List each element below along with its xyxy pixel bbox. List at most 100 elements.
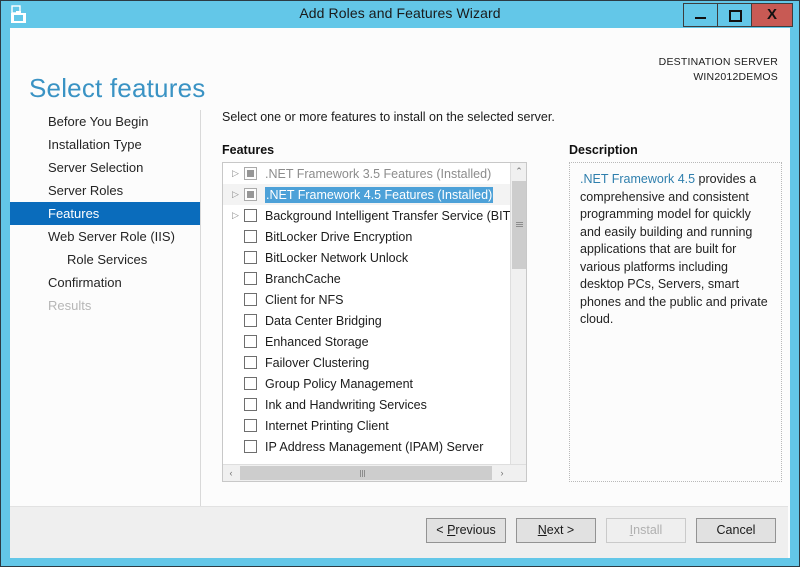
expander-triangle-icon[interactable]: ▷ (227, 205, 244, 226)
feature-row[interactable]: ▷ Client for NFS (223, 289, 511, 310)
feature-row[interactable]: ▷ BitLocker Network Unlock (223, 247, 511, 268)
feature-checkbox[interactable] (244, 335, 257, 348)
sidebar-item-before-you-begin[interactable]: Before You Begin (10, 110, 200, 133)
expander-spacer: ▷ (227, 394, 244, 415)
feature-checkbox[interactable] (244, 167, 257, 180)
features-list-rows: ▷ .NET Framework 3.5 Features (Installed)… (223, 163, 523, 457)
sidebar-item-features[interactable]: Features (10, 202, 200, 225)
expander-triangle-icon[interactable]: ▷ (227, 163, 244, 184)
feature-label: Client for NFS (265, 292, 344, 307)
page-title: Select features (29, 73, 206, 103)
feature-checkbox[interactable] (244, 356, 257, 369)
expander-spacer: ▷ (227, 268, 244, 289)
destination-server-label: DESTINATION SERVER (658, 56, 778, 68)
sidebar-item-confirmation[interactable]: Confirmation (10, 271, 200, 294)
feature-row[interactable]: ▷ .NET Framework 4.5 Features (Installed) (223, 184, 511, 205)
feature-label: Enhanced Storage (265, 334, 369, 349)
expander-spacer: ▷ (227, 331, 244, 352)
minimize-icon (695, 17, 706, 19)
instruction-text: Select one or more features to install o… (222, 110, 555, 124)
expander-spacer: ▷ (227, 226, 244, 247)
sidebar-item-web-server-role-iis[interactable]: Web Server Role (IIS) (10, 225, 200, 248)
feature-checkbox[interactable] (244, 251, 257, 264)
feature-checkbox[interactable] (244, 314, 257, 327)
feature-checkbox[interactable] (244, 377, 257, 390)
features-label: Features (222, 143, 275, 157)
wizard-window: Add Roles and Features Wizard X Select f… (0, 0, 800, 567)
feature-row[interactable]: ▷ Data Center Bridging (223, 310, 511, 331)
install-button: Install (606, 518, 686, 543)
expander-spacer: ▷ (227, 310, 244, 331)
feature-label: BitLocker Drive Encryption (265, 229, 413, 244)
close-icon: X (766, 6, 777, 23)
feature-checkbox[interactable] (244, 419, 257, 432)
feature-label: Ink and Handwriting Services (265, 397, 427, 412)
features-horizontal-scrollbar[interactable]: ‹ › (223, 464, 526, 481)
cancel-button[interactable]: Cancel (696, 518, 776, 543)
feature-checkbox[interactable] (244, 230, 257, 243)
feature-checkbox[interactable] (244, 440, 257, 453)
expander-spacer: ▷ (227, 415, 244, 436)
feature-row[interactable]: ▷ Background Intelligent Transfer Service… (223, 205, 523, 226)
feature-row[interactable]: ▷ Group Policy Management (223, 373, 511, 394)
minimize-button[interactable] (683, 3, 718, 27)
title-bar: Add Roles and Features Wizard X (1, 1, 799, 28)
expander-spacer: ▷ (227, 352, 244, 373)
expander-spacer: ▷ (227, 289, 244, 310)
wizard-footer: < Previous Next > Install Cancel (10, 506, 788, 558)
description-panel: .NET Framework 4.5 provides a comprehens… (569, 162, 782, 482)
feature-row[interactable]: ▷ BitLocker Drive Encryption (223, 226, 511, 247)
description-label: Description (569, 143, 638, 157)
destination-server-block: DESTINATION SERVER WIN2012DEMOS (659, 55, 778, 85)
sidebar-item-server-selection[interactable]: Server Selection (10, 156, 200, 179)
features-vertical-scrollbar[interactable]: ⌃ ⌄ (510, 163, 526, 481)
window-controls: X (683, 3, 793, 27)
feature-row[interactable]: ▷ Enhanced Storage (223, 331, 511, 352)
scroll-left-icon[interactable]: ‹ (223, 465, 239, 481)
feature-label: Group Policy Management (265, 376, 413, 391)
feature-row[interactable]: ▷ .NET Framework 3.5 Features (Installed) (223, 163, 511, 184)
feature-label: Internet Printing Client (265, 418, 389, 433)
feature-row[interactable]: ▷ Ink and Handwriting Services (223, 394, 511, 415)
nav-divider (200, 110, 201, 535)
scroll-up-icon[interactable]: ⌃ (511, 163, 526, 180)
features-listbox[interactable]: ▷ .NET Framework 3.5 Features (Installed)… (222, 162, 527, 482)
feature-row[interactable]: ▷ IP Address Management (IPAM) Server (223, 436, 511, 457)
expander-triangle-icon[interactable]: ▷ (227, 184, 244, 205)
scroll-right-icon[interactable]: › (494, 465, 510, 481)
previous-button[interactable]: < Previous (426, 518, 506, 543)
feature-label: Background Intelligent Transfer Service … (265, 208, 523, 223)
feature-label: IP Address Management (IPAM) Server (265, 439, 484, 454)
maximize-button[interactable] (717, 3, 752, 27)
destination-server-name: WIN2012DEMOS (693, 71, 778, 83)
feature-checkbox[interactable] (244, 188, 257, 201)
sidebar-item-installation-type[interactable]: Installation Type (10, 133, 200, 156)
feature-row[interactable]: ▷ Failover Clustering (223, 352, 511, 373)
feature-row[interactable]: ▷ BranchCache (223, 268, 511, 289)
wizard-content: Select features DESTINATION SERVER WIN20… (10, 28, 790, 558)
feature-checkbox[interactable] (244, 293, 257, 306)
feature-row[interactable]: ▷ Internet Printing Client (223, 415, 511, 436)
description-link[interactable]: .NET Framework 4.5 (580, 172, 695, 186)
feature-checkbox[interactable] (244, 398, 257, 411)
expander-spacer: ▷ (227, 436, 244, 457)
sidebar-item-role-services[interactable]: Role Services (10, 248, 200, 271)
horizontal-scroll-thumb[interactable] (240, 466, 492, 480)
feature-checkbox[interactable] (244, 272, 257, 285)
next-button[interactable]: Next > (516, 518, 596, 543)
feature-label: BranchCache (265, 271, 341, 286)
maximize-icon (729, 10, 742, 22)
vertical-scroll-thumb[interactable] (512, 181, 526, 269)
window-title: Add Roles and Features Wizard (299, 5, 501, 21)
description-text: .NET Framework 4.5 provides a comprehens… (580, 171, 771, 329)
feature-label: Failover Clustering (265, 355, 370, 370)
close-button[interactable]: X (751, 3, 793, 27)
scroll-grip-horizontal-icon (360, 470, 367, 477)
sidebar-item-server-roles[interactable]: Server Roles (10, 179, 200, 202)
feature-checkbox[interactable] (244, 209, 257, 222)
expander-spacer: ▷ (227, 247, 244, 268)
feature-label: Data Center Bridging (265, 313, 382, 328)
feature-label: .NET Framework 3.5 Features (Installed) (265, 166, 492, 181)
scroll-grip-icon (516, 222, 523, 228)
feature-label: .NET Framework 4.5 Features (Installed) (265, 186, 494, 203)
